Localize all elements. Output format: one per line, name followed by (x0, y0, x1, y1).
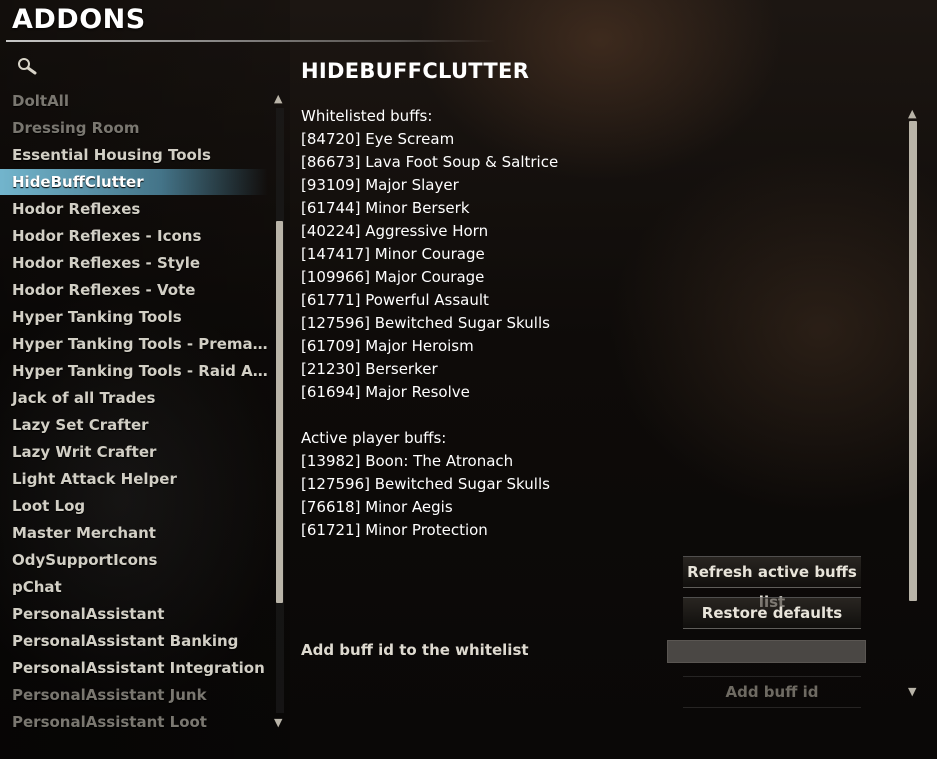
active-buff-item: [76618] Minor Aegis (301, 498, 453, 516)
addon-item-selected[interactable]: HideBuffClutter (0, 169, 268, 195)
whitelisted-buff-item: [147417] Minor Courage (301, 245, 485, 263)
active-buff-item: [13982] Boon: The Atronach (301, 452, 514, 470)
addon-item[interactable]: Lazy Set Crafter (0, 412, 268, 438)
addon-item[interactable]: Dressing Room (0, 115, 268, 141)
whitelisted-buff-item: [61744] Minor Berserk (301, 199, 470, 217)
refresh-buffs-button[interactable]: Refresh active buffs list (683, 556, 861, 611)
buff-id-input[interactable] (667, 640, 866, 663)
active-buff-item: [61721] Minor Protection (301, 521, 488, 539)
panel-scroll-thumb[interactable] (909, 121, 917, 601)
whitelisted-buff-item: [84720] Eye Scream (301, 130, 455, 148)
whitelisted-header: Whitelisted buffs: (301, 107, 433, 125)
addon-item[interactable]: Hodor Reflexes - Style (0, 250, 268, 276)
addon-item[interactable]: Master Merchant (0, 520, 268, 546)
addon-item[interactable]: PersonalAssistant Banking (0, 628, 268, 654)
addon-item[interactable]: DoltAll (0, 90, 268, 114)
addon-item[interactable]: Jack of all Trades (0, 385, 268, 411)
whitelisted-buff-item: [61771] Powerful Assault (301, 291, 489, 309)
whitelisted-buff-item: [21230] Berserker (301, 360, 438, 378)
whitelisted-buff-item: [93109] Major Slayer (301, 176, 459, 194)
title-divider (6, 40, 496, 42)
add-buff-label: Add buff id to the whitelist (301, 641, 529, 659)
whitelisted-buff-item: [61709] Major Heroism (301, 337, 474, 355)
scroll-down-arrow-icon[interactable]: ▼ (274, 716, 282, 729)
addon-item[interactable]: PersonalAssistant Junk (0, 682, 268, 708)
active-header: Active player buffs: (301, 429, 447, 447)
addon-item[interactable]: Hodor Reflexes - Icons (0, 223, 268, 249)
addon-item[interactable]: Hodor Reflexes - Vote (0, 277, 268, 303)
addon-item[interactable]: Essential Housing Tools (0, 142, 268, 168)
addon-item[interactable]: pChat (0, 574, 268, 600)
panel-scroll-down-arrow-icon[interactable]: ▼ (908, 685, 916, 698)
active-buff-item: [127596] Bewitched Sugar Skulls (301, 475, 550, 493)
addon-item[interactable]: Light Attack Helper (0, 466, 268, 492)
magnifier-icon[interactable] (16, 56, 38, 78)
whitelisted-buff-item: [86673] Lava Foot Soup & Saltrice (301, 153, 559, 171)
restore-defaults-button[interactable]: Restore defaults (683, 597, 861, 629)
panel-scroll-up-arrow-icon[interactable]: ▲ (908, 107, 916, 120)
addon-list[interactable]: DoltAll Dressing Room Essential Housing To… (0, 90, 275, 740)
window-title: ADDONS (12, 4, 146, 35)
addon-item[interactable]: PersonalAssistant Loot (0, 709, 268, 735)
addon-item[interactable]: Hyper Tanking Tools - Raid Alerts (0, 358, 268, 384)
whitelisted-buff-item: [61694] Major Resolve (301, 383, 470, 401)
addon-item[interactable]: PersonalAssistant (0, 601, 268, 627)
addon-item[interactable]: OdySupportIcons (0, 547, 268, 573)
addon-item[interactable]: Hodor Reflexes (0, 196, 268, 222)
add-buff-button[interactable]: Add buff id (683, 676, 861, 708)
addon-item[interactable]: Hyper Tanking Tools - Premade T... (0, 331, 268, 357)
addon-list-scroll-thumb[interactable] (276, 221, 283, 603)
addon-item[interactable]: PersonalAssistant Integration (0, 655, 268, 681)
whitelisted-buff-item: [127596] Bewitched Sugar Skulls (301, 314, 550, 332)
addon-item[interactable]: Lazy Writ Crafter (0, 439, 268, 465)
scroll-up-arrow-icon[interactable]: ▲ (274, 92, 282, 105)
whitelisted-buff-item: [109966] Major Courage (301, 268, 485, 286)
addon-item[interactable]: Hyper Tanking Tools (0, 304, 268, 330)
whitelisted-buff-item: [40224] Aggressive Horn (301, 222, 489, 240)
addon-item[interactable]: Loot Log (0, 493, 268, 519)
panel-title: HIDEBUFFCLUTTER (301, 59, 530, 83)
